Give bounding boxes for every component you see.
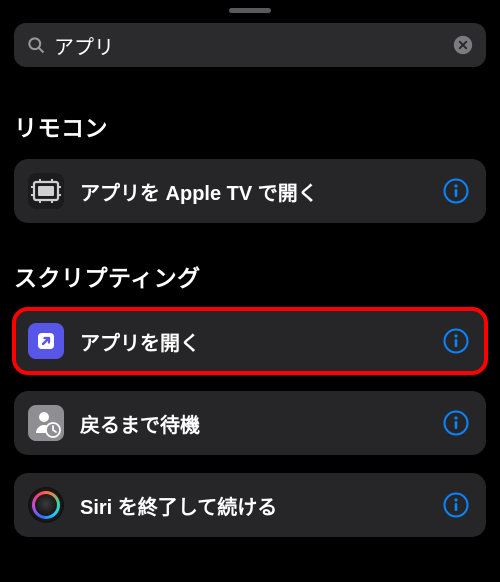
drag-handle[interactable]: [229, 8, 271, 13]
action-label: アプリを開く: [80, 327, 442, 356]
action-wait-to-return[interactable]: 戻るまで待機: [14, 391, 486, 455]
info-icon[interactable]: [442, 491, 470, 519]
content-area: リモコン アプリを Apple TV で開く: [0, 109, 500, 537]
wait-return-icon: [28, 405, 64, 441]
search-bar[interactable]: [14, 23, 486, 67]
siri-icon: [28, 487, 64, 523]
open-app-icon: [28, 323, 64, 359]
search-input[interactable]: [54, 34, 444, 57]
section-title-remote: リモコン: [14, 109, 486, 143]
search-icon: [26, 35, 46, 55]
info-icon[interactable]: [442, 409, 470, 437]
action-label: アプリを Apple TV で開く: [80, 177, 442, 206]
clear-search-icon[interactable]: [452, 34, 474, 56]
action-open-app-on-appletv[interactable]: アプリを Apple TV で開く: [14, 159, 486, 223]
info-icon[interactable]: [442, 327, 470, 355]
action-label: Siri を終了して続ける: [80, 491, 442, 520]
action-dismiss-siri-and-continue[interactable]: Siri を終了して続ける: [14, 473, 486, 537]
info-icon[interactable]: [442, 177, 470, 205]
section-title-scripting: スクリプティング: [14, 259, 486, 293]
action-open-app[interactable]: アプリを開く: [14, 309, 486, 373]
action-label: 戻るまで待機: [80, 409, 442, 438]
appletv-icon: [28, 173, 64, 209]
